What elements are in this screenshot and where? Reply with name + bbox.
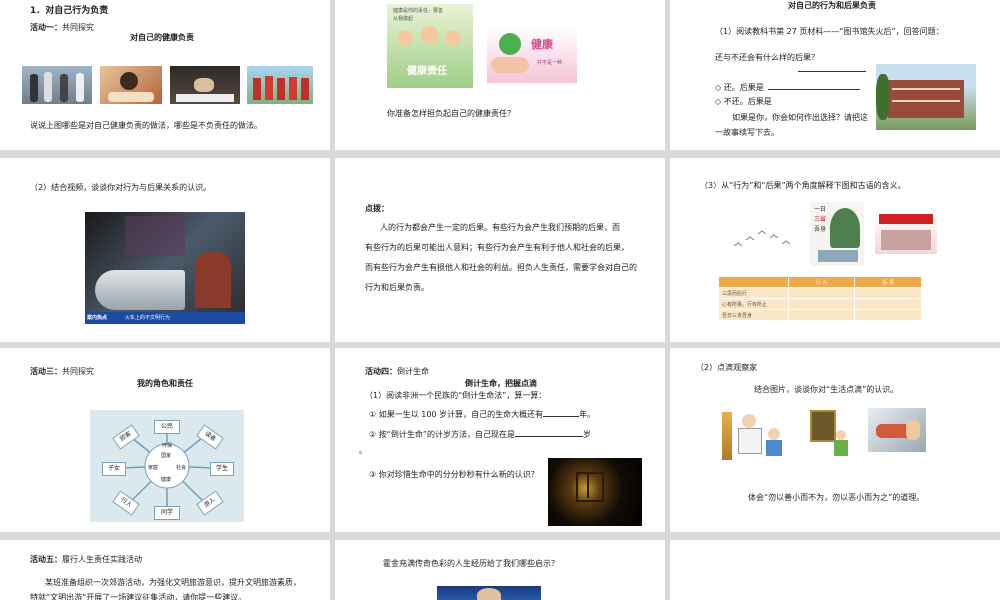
- caption-tag: 案内热点: [87, 315, 108, 321]
- slide-subtitle: 对自己的健康负责: [130, 33, 194, 42]
- poster-health-hands: 健康 并不是一种: [487, 27, 577, 83]
- photo-hawking: [437, 586, 541, 600]
- slide-2[interactable]: 健康是你的责任，要善 从我做起 健康责任 健康 并不是一种 你准备怎样担负起自己…: [335, 0, 665, 150]
- photo-library-building: [876, 64, 976, 130]
- instruction-text: （2）结合视频，谈谈你对行为与后果关系的认识。: [30, 183, 212, 192]
- question-3: ③ 你对珍惜生命中的分分秒秒有什么新的认识？: [369, 470, 539, 479]
- instruction-text: （2）点滴观察家: [696, 363, 758, 372]
- stray-dot: 。: [359, 446, 367, 455]
- table-cell[interactable]: [787, 309, 856, 321]
- table-cell[interactable]: [854, 298, 922, 310]
- instruction-text: （3）从“行为”和“后果”两个角度解释下图和古语的含义。: [700, 181, 906, 190]
- analysis-table: 行 为 后 果 三思而后行 心有所畏，行有所止 吾日三省吾身: [718, 276, 922, 321]
- activity-title: 活动三：共同探究: [30, 367, 94, 376]
- slide-5[interactable]: 点拨： 人的行为都会产生一定的后果。有些行为会产生我们预期的后果，而 有些行为的…: [335, 158, 665, 342]
- answer-blank: [515, 436, 584, 437]
- option-return: ◇ 还。后果是: [715, 82, 860, 94]
- question-text: 结合图片，谈谈你对“生活点滴”的认识。: [754, 385, 899, 394]
- table-cell: 吾日三省吾身: [718, 309, 789, 321]
- photo-students: [22, 66, 92, 104]
- question-text: 说说上图哪些是对自己健康负责的做法，哪些是不负责任的做法。: [30, 121, 262, 130]
- slide-3[interactable]: 对自己的行为和后果负责 （1）阅读教科书第 27 页材料——“图书馆失火后”，回…: [670, 0, 1000, 150]
- slide-12: [670, 540, 1000, 600]
- question-text-2: 如果是你，你会如何作出选择？请把这: [732, 113, 868, 122]
- photo-late-night-desk: [170, 66, 240, 104]
- slide-4[interactable]: （2）结合视频，谈谈你对行为与后果关系的认识。 案内热点 火车上的不文明行为: [0, 158, 330, 342]
- question-text: 还与不还会有什么样的后果？: [715, 53, 819, 62]
- table-header-row: 行 为 后 果: [718, 276, 922, 288]
- table-cell: 三思而后行: [718, 287, 789, 299]
- image-three-reflections: 一日 三省 吾身: [810, 202, 864, 266]
- table-header-cell: [718, 276, 789, 288]
- table-header-cell: 行 为: [787, 276, 856, 288]
- roles-diagram: 国家 家庭 健康 社会 环保 公民 顾客 读者 子女 学生 游人 行人 同学: [90, 410, 244, 522]
- cartoon-mona-lisa: [806, 408, 856, 464]
- photo-hand-water: [868, 408, 926, 452]
- role-node: 子女: [102, 462, 126, 476]
- tip-paragraph-line: 而有些行为会产生有损他人和社会的利益。担负人生责任，需要学会对自己的: [365, 263, 637, 272]
- table-cell[interactable]: [787, 287, 856, 299]
- slide-11[interactable]: 霍金充满传奇色彩的人生经历给了我们哪些启示？: [335, 540, 665, 600]
- image-red-banner: [875, 210, 937, 254]
- center-node: 环保: [161, 443, 172, 449]
- reflection-text: 体会“勿以善小而不为，勿以恶小而为之”的道理。: [748, 493, 925, 502]
- photo-eating: [100, 66, 162, 104]
- table-cell[interactable]: [854, 287, 922, 299]
- slide-8[interactable]: 活动四：倒计生命 倒计生命，把握点滴 （1）阅读非洲一个民族的“倒计生命法”，算…: [335, 348, 665, 532]
- photo-running: [247, 66, 313, 104]
- tip-paragraph-line: 有些行为的后果可能出人意料；有些行为会产生有利于他人和社会的后果，: [365, 243, 629, 252]
- center-node: 家庭: [147, 465, 158, 471]
- image-dark-window: [548, 458, 642, 526]
- cartoon-teacher-student: [718, 408, 790, 464]
- slide-heading: 1．对自己行为负责: [30, 6, 109, 16]
- instruction-text: （1）阅读教科书第 27 页材料——“图书馆失火后”，回答问题：: [715, 27, 944, 36]
- option-not-return: ◇ 不还。后果是: [715, 97, 772, 106]
- activity-title: 活动四：倒计生命: [365, 367, 429, 376]
- table-cell: 心有所畏，行有所止: [718, 298, 789, 310]
- slide-subtitle: 倒计生命，把握点滴: [465, 379, 537, 388]
- center-node: 健康: [160, 477, 171, 483]
- slide-10[interactable]: 活动五：履行人生责任实践活动 某班准备组织一次郊游活动，为强化文明旅游意识，提升…: [0, 540, 330, 600]
- table-header-cell: 后 果: [854, 276, 922, 288]
- paragraph-line: 某班准备组织一次郊游活动，为强化文明旅游意识，提升文明旅游素质，: [45, 578, 301, 587]
- image-geese-flying: [728, 216, 800, 256]
- role-node: 公民: [154, 420, 180, 434]
- activity-title: 活动五：履行人生责任实践活动: [30, 555, 142, 564]
- table-cell[interactable]: [854, 309, 922, 321]
- table-cell[interactable]: [787, 298, 856, 310]
- center-node: 社会: [175, 465, 186, 471]
- answer-blank: [543, 416, 580, 417]
- table-row: 心有所畏，行有所止: [718, 298, 922, 310]
- role-node: 学生: [210, 462, 234, 476]
- instruction-text: （1）阅读非洲一个民族的“倒计生命法”，算一算：: [365, 391, 547, 400]
- poster-health-responsibility: 健康是你的责任，要善 从我做起 健康责任: [387, 4, 473, 88]
- question-text-3: 一故事续写下去。: [715, 128, 779, 137]
- activity-title: 活动一：共同探究: [30, 23, 94, 32]
- slide-1[interactable]: 1．对自己行为负责 活动一：共同探究 对自己的健康负责 说说上图哪些是对自己健康…: [0, 0, 330, 150]
- slide-title: 对自己的行为和后果负责: [788, 1, 876, 10]
- slide-6[interactable]: （3）从“行为”和“后果”两个角度解释下图和古语的含义。 一日 三省 吾身 行 …: [670, 158, 1000, 342]
- question-text: 你准备怎样担负起自己的健康责任？: [387, 109, 515, 118]
- table-row: 吾日三省吾身: [718, 309, 922, 321]
- answer-blank[interactable]: [798, 71, 866, 72]
- role-node: 同学: [154, 506, 180, 520]
- question-2: ② 按“倒计生命”的计岁方法，自己现在是岁: [369, 430, 592, 439]
- question-1: ① 如果一生以 100 岁计算，自己的生命大概还有 年。: [369, 410, 596, 419]
- slide-9[interactable]: （2）点滴观察家 结合图片，谈谈你对“生活点滴”的认识。 体会“勿以善小而不为，…: [670, 348, 1000, 532]
- tip-paragraph-line: 行为和后果负责。: [365, 283, 429, 292]
- question-text: 霍金充满传奇色彩的人生经历给了我们哪些启示？: [383, 559, 559, 568]
- paragraph-line: 特就“文明出游”开展了一场建议征集活动，请你提一些建议。: [30, 593, 247, 600]
- video-frame-train[interactable]: 案内热点 火车上的不文明行为: [85, 212, 245, 324]
- tip-label: 点拨：: [365, 204, 389, 213]
- caption-text: 火车上的不文明行为: [125, 315, 171, 321]
- slide-subtitle: 我的角色和责任: [137, 379, 193, 388]
- slide-7[interactable]: 活动三：共同探究 我的角色和责任 国家 家庭 健康 社会 环保 公民 顾客 读者…: [0, 348, 330, 532]
- tip-paragraph-line: 人的行为都会产生一定的后果。有些行为会产生我们预期的后果，而: [380, 223, 620, 232]
- table-row: 三思而后行: [718, 287, 922, 299]
